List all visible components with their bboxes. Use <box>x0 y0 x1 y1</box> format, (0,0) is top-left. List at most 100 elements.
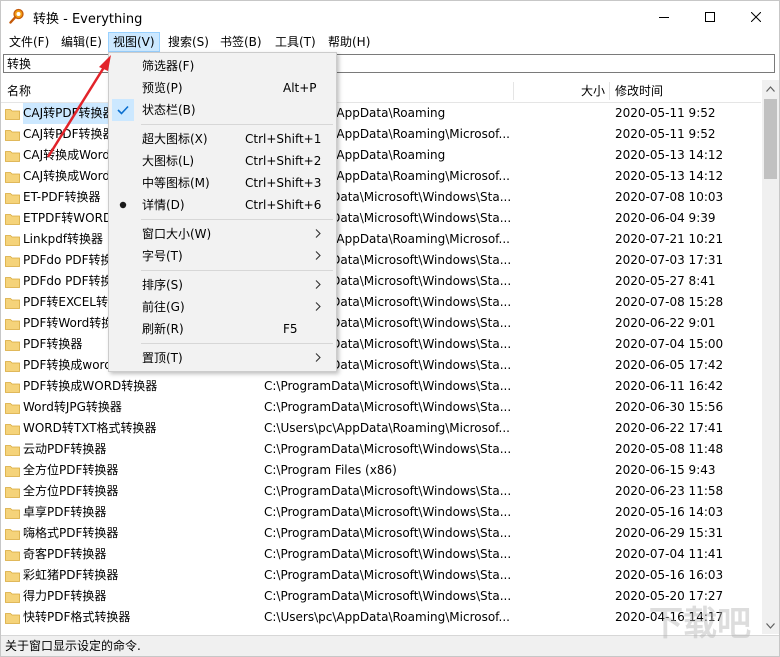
view-menu-item[interactable]: 窗口大小(W) <box>109 223 336 245</box>
row-modified: 2020-05-13 14:12 <box>615 169 724 183</box>
radio-dot-icon <box>112 194 134 216</box>
column-name[interactable]: 名称 <box>7 80 31 102</box>
view-menu-item[interactable]: 预览(P) Alt+P <box>109 77 336 99</box>
view-menu-item-label: 排序(S) <box>142 278 183 292</box>
checkmark-icon <box>112 99 134 121</box>
row-modified: 2020-05-16 16:03 <box>615 568 724 582</box>
folder-icon <box>5 109 20 120</box>
scroll-up-button[interactable] <box>762 80 779 97</box>
table-row[interactable]: 云动PDF转换器 C:\ProgramData\Microsoft\Windows… <box>1 439 761 460</box>
row-name: WORD转TXT格式转换器 <box>23 421 157 435</box>
menu-edit[interactable]: 编辑(E) <box>57 33 106 51</box>
row-name: 全方位PDF转换器 <box>23 463 119 477</box>
view-menu-item[interactable]: 刷新(R) F5 <box>109 318 336 340</box>
view-menu-item-shortcut: F5 <box>283 322 298 336</box>
row-name: 卓享PDF转换器 <box>23 505 107 519</box>
folder-icon <box>5 403 20 414</box>
maximize-button[interactable] <box>687 1 733 32</box>
menu-bookmarks[interactable]: 书签(B) <box>216 33 266 51</box>
chevron-up-icon <box>766 85 775 92</box>
view-menu-item[interactable]: 筛选器(F) <box>109 55 336 77</box>
row-modified: 2020-05-11 9:52 <box>615 106 716 120</box>
view-menu-item[interactable]: 状态栏(B) <box>109 99 336 121</box>
row-modified: 2020-06-29 15:31 <box>615 526 724 540</box>
view-menu-item-label: 状态栏(B) <box>142 103 196 117</box>
menu-tools[interactable]: 工具(T) <box>271 33 320 51</box>
row-modified: 2020-07-21 10:21 <box>615 232 724 246</box>
view-menu-item[interactable]: 详情(D) Ctrl+Shift+6 <box>109 194 336 216</box>
menu-view[interactable]: 视图(V) <box>108 32 160 52</box>
view-menu-item[interactable]: 中等图标(M) Ctrl+Shift+3 <box>109 172 336 194</box>
menu-search[interactable]: 搜索(S) <box>164 33 213 51</box>
row-path: C:\ProgramData\Microsoft\Windows\Sta... <box>264 484 510 498</box>
row-modified: 2020-07-03 17:31 <box>615 253 724 267</box>
svg-text:下载吧: 下载吧 <box>649 604 751 644</box>
view-menu-item-label: 字号(T) <box>142 249 183 263</box>
table-row[interactable]: 奇客PDF转换器 C:\ProgramData\Microsoft\Windows… <box>1 544 761 565</box>
row-modified: 2020-06-23 11:58 <box>615 484 724 498</box>
view-menu-item-label: 中等图标(M) <box>142 176 210 190</box>
folder-icon <box>5 235 20 246</box>
view-menu-dropdown: 筛选器(F) 预览(P) Alt+P 状态栏(B) 超大图标(X) Ctrl+Shift+… <box>108 52 337 372</box>
view-menu-item[interactable]: 排序(S) <box>109 274 336 296</box>
view-menu-item-label: 大图标(L) <box>142 154 195 168</box>
table-row[interactable]: 卓享PDF转换器 C:\ProgramData\Microsoft\Windows… <box>1 502 761 523</box>
row-path: C:\ProgramData\Microsoft\Windows\Sta... <box>264 505 510 519</box>
folder-icon <box>5 508 20 519</box>
row-name: 得力PDF转换器 <box>23 589 107 603</box>
minimize-icon <box>659 16 669 18</box>
row-path: C:\ProgramData\Microsoft\Windows\Sta... <box>264 400 510 414</box>
table-row[interactable]: 嗨格式PDF转换器 C:\ProgramData\Microsoft\Window… <box>1 523 761 544</box>
table-row[interactable]: 全方位PDF转换器 C:\Program Files (x86) 2020-06-1… <box>1 460 761 481</box>
table-row[interactable]: Word转JPG转换器 C:\ProgramData\Microsoft\Wind… <box>1 397 761 418</box>
menu-help[interactable]: 帮助(H) <box>324 33 374 51</box>
table-row[interactable]: WORD转TXT格式转换器 C:\Users\pc\AppData\Roaming… <box>1 418 761 439</box>
close-button[interactable] <box>733 1 779 32</box>
view-menu-item[interactable]: 置顶(T) <box>109 347 336 369</box>
vertical-scrollbar[interactable] <box>762 80 779 634</box>
view-menu-item[interactable]: 超大图标(X) Ctrl+Shift+1 <box>109 128 336 150</box>
column-divider[interactable] <box>609 82 610 100</box>
view-menu-item[interactable]: 字号(T) <box>109 245 336 267</box>
view-menu-item-label: 前往(G) <box>142 300 185 314</box>
row-path: C:\ProgramData\Microsoft\Windows\Sta... <box>264 589 510 603</box>
row-path: C:\ProgramData\Microsoft\Windows\Sta... <box>264 526 510 540</box>
view-menu-item-label: 超大图标(X) <box>142 132 208 146</box>
table-row[interactable]: 彩虹猪PDF转换器 C:\ProgramData\Microsoft\Window… <box>1 565 761 586</box>
scroll-thumb[interactable] <box>764 99 777 179</box>
row-modified: 2020-06-30 15:56 <box>615 400 724 414</box>
row-modified: 2020-06-15 9:43 <box>615 463 716 477</box>
menu-separator <box>141 270 333 271</box>
column-size[interactable]: 大小 <box>581 80 605 102</box>
row-modified: 2020-07-08 15:28 <box>615 295 724 309</box>
row-modified: 2020-05-13 14:12 <box>615 148 724 162</box>
table-row[interactable]: PDF转换成WORD转换器 C:\ProgramData\Microsoft\Wi… <box>1 376 761 397</box>
table-row[interactable]: 全方位PDF转换器 C:\ProgramData\Microsoft\Window… <box>1 481 761 502</box>
window-title: 转换 - Everything <box>33 12 143 27</box>
row-path: C:\Users\pc\AppData\Roaming\Microsof... <box>264 421 510 435</box>
chevron-right-icon <box>315 223 321 245</box>
row-modified: 2020-07-04 15:00 <box>615 337 724 351</box>
chevron-right-icon <box>315 245 321 267</box>
column-modified[interactable]: 修改时间 <box>615 80 663 102</box>
folder-icon <box>5 571 20 582</box>
watermark-logo: 下载吧 <box>649 604 751 644</box>
menu-file[interactable]: 文件(F) <box>5 33 53 51</box>
view-menu-item-label: 窗口大小(W) <box>142 227 212 241</box>
folder-icon <box>5 214 20 225</box>
view-menu-item[interactable]: 前往(G) <box>109 296 336 318</box>
row-path: C:\ProgramData\Microsoft\Windows\Sta... <box>264 547 510 561</box>
folder-icon <box>5 151 20 162</box>
row-modified: 2020-06-04 9:39 <box>615 211 716 225</box>
row-modified: 2020-06-22 9:01 <box>615 316 716 330</box>
menu-separator <box>141 343 333 344</box>
view-menu-item[interactable]: 大图标(L) Ctrl+Shift+2 <box>109 150 336 172</box>
folder-icon <box>5 487 20 498</box>
folder-icon <box>5 361 20 372</box>
folder-icon <box>5 172 20 183</box>
folder-icon <box>5 277 20 288</box>
column-divider[interactable] <box>513 82 514 100</box>
minimize-button[interactable] <box>641 1 687 32</box>
row-name: 彩虹猪PDF转换器 <box>23 568 119 582</box>
row-name: PDF转换成WORD转换器 <box>23 379 158 393</box>
